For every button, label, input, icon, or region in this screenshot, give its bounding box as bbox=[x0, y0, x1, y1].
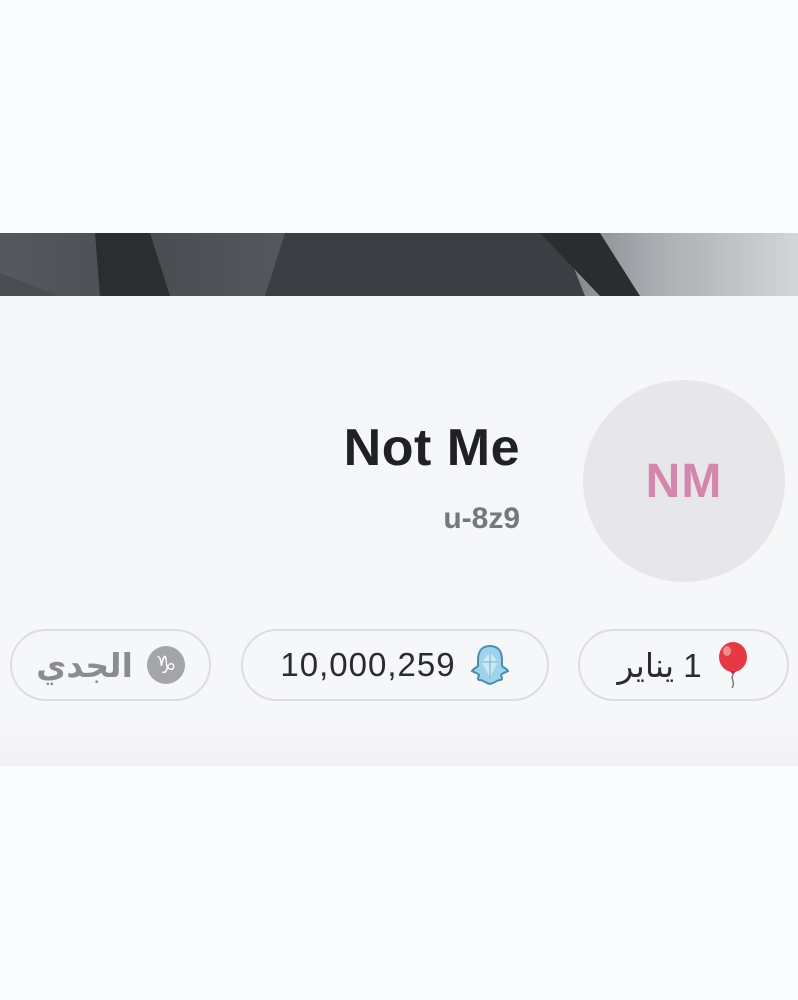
cover-photo[interactable] bbox=[0, 233, 798, 296]
cover-photo-image bbox=[0, 233, 640, 296]
card-bottom-shadow bbox=[0, 720, 798, 766]
top-blank-area bbox=[0, 0, 798, 233]
snap-score-badge[interactable]: 10,000,259 bbox=[241, 629, 549, 701]
birthday-badge[interactable]: 1 يناير bbox=[578, 629, 789, 701]
bottom-blank-area bbox=[0, 766, 798, 1000]
ghost-icon bbox=[470, 644, 510, 686]
username: u-8z9 bbox=[443, 502, 520, 535]
snap-score-text: 10,000,259 bbox=[280, 646, 456, 683]
zodiac-badge[interactable]: الجدي ♑ bbox=[10, 629, 211, 701]
avatar[interactable]: NM bbox=[583, 380, 785, 582]
balloon-icon bbox=[716, 641, 750, 689]
capricorn-icon: ♑ bbox=[146, 646, 185, 684]
birthday-text: 1 يناير bbox=[617, 646, 702, 684]
avatar-initials: NM bbox=[645, 454, 723, 508]
zodiac-text: الجدي bbox=[36, 646, 133, 684]
display-name: Not Me bbox=[343, 419, 520, 477]
